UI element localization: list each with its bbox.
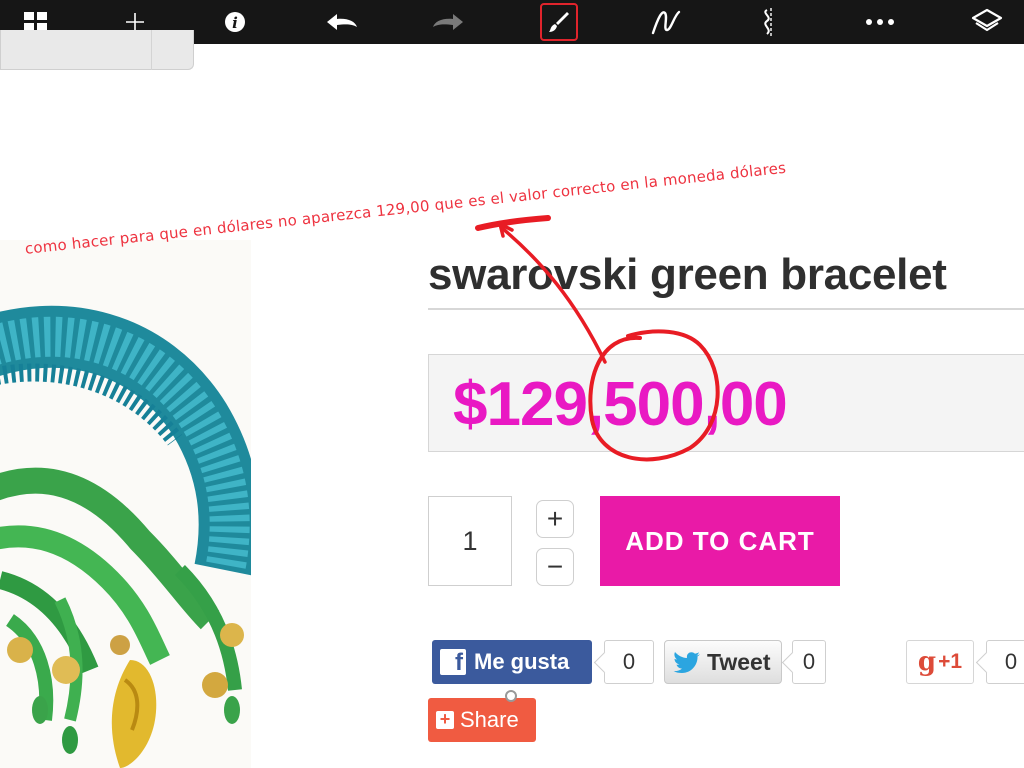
brush-tool-button[interactable] <box>540 3 578 41</box>
twitter-bird-icon <box>673 652 700 673</box>
pen-stroke-icon <box>651 10 681 35</box>
tweet-label: Tweet <box>707 648 771 675</box>
google-plus-count-value: 0 <box>1004 649 1018 674</box>
info-icon: i <box>225 12 245 32</box>
split-view-button[interactable] <box>751 2 791 42</box>
ellipsis-icon <box>866 19 894 25</box>
annotation-underline <box>475 215 551 231</box>
price-box: $129,500,00 <box>428 354 1024 452</box>
google-plus-count: 0 <box>986 640 1024 684</box>
tweet-count-value: 0 <box>802 649 816 674</box>
layers-button[interactable] <box>967 2 1007 42</box>
annotation-arrowhead <box>498 222 514 238</box>
google-plus-icon: g <box>917 647 937 677</box>
share-button[interactable]: + Share <box>428 698 536 742</box>
product-title: swarovski green bracelet <box>428 250 947 299</box>
google-plus-label: +1 <box>938 650 963 673</box>
title-divider <box>428 308 1024 310</box>
add-to-cart-button[interactable]: ADD TO CART <box>600 496 840 586</box>
quantity-input[interactable]: 1 <box>428 496 512 586</box>
product-image <box>0 240 251 768</box>
facebook-like-button[interactable]: f Me gusta <box>432 640 592 684</box>
product-price: $129,500,00 <box>453 370 788 439</box>
quantity-increase-button[interactable]: + <box>536 500 574 538</box>
undo-arrow-icon <box>327 14 357 30</box>
tweet-count: 0 <box>792 640 826 684</box>
svg-text:i: i <box>232 14 238 32</box>
brush-icon <box>549 12 569 32</box>
share-label: Share <box>460 707 519 732</box>
pen-tool-button[interactable] <box>646 2 686 42</box>
facebook-icon: f <box>440 649 466 675</box>
facebook-like-count: 0 <box>604 640 654 684</box>
share-plus-icon: + <box>436 710 454 729</box>
facebook-like-label: Me gusta <box>474 649 570 674</box>
annotation-note: como hacer para que en dólares no aparez… <box>24 158 787 258</box>
undo-button[interactable] <box>322 2 362 42</box>
facebook-count-value: 0 <box>622 649 636 674</box>
quantity-decrease-button[interactable]: − <box>536 548 574 586</box>
info-button[interactable]: i <box>215 2 255 42</box>
tweet-button[interactable]: Tweet <box>664 640 782 684</box>
layers-icon <box>971 8 1003 32</box>
google-plus-button[interactable]: g +1 <box>906 640 974 684</box>
dropdown-divider <box>151 30 152 70</box>
redo-button[interactable] <box>428 2 468 42</box>
split-icon <box>764 8 772 36</box>
touch-cursor-indicator <box>505 690 517 702</box>
more-button[interactable] <box>860 2 900 42</box>
currency-dropdown[interactable] <box>0 30 194 70</box>
redo-arrow-icon <box>433 14 463 30</box>
